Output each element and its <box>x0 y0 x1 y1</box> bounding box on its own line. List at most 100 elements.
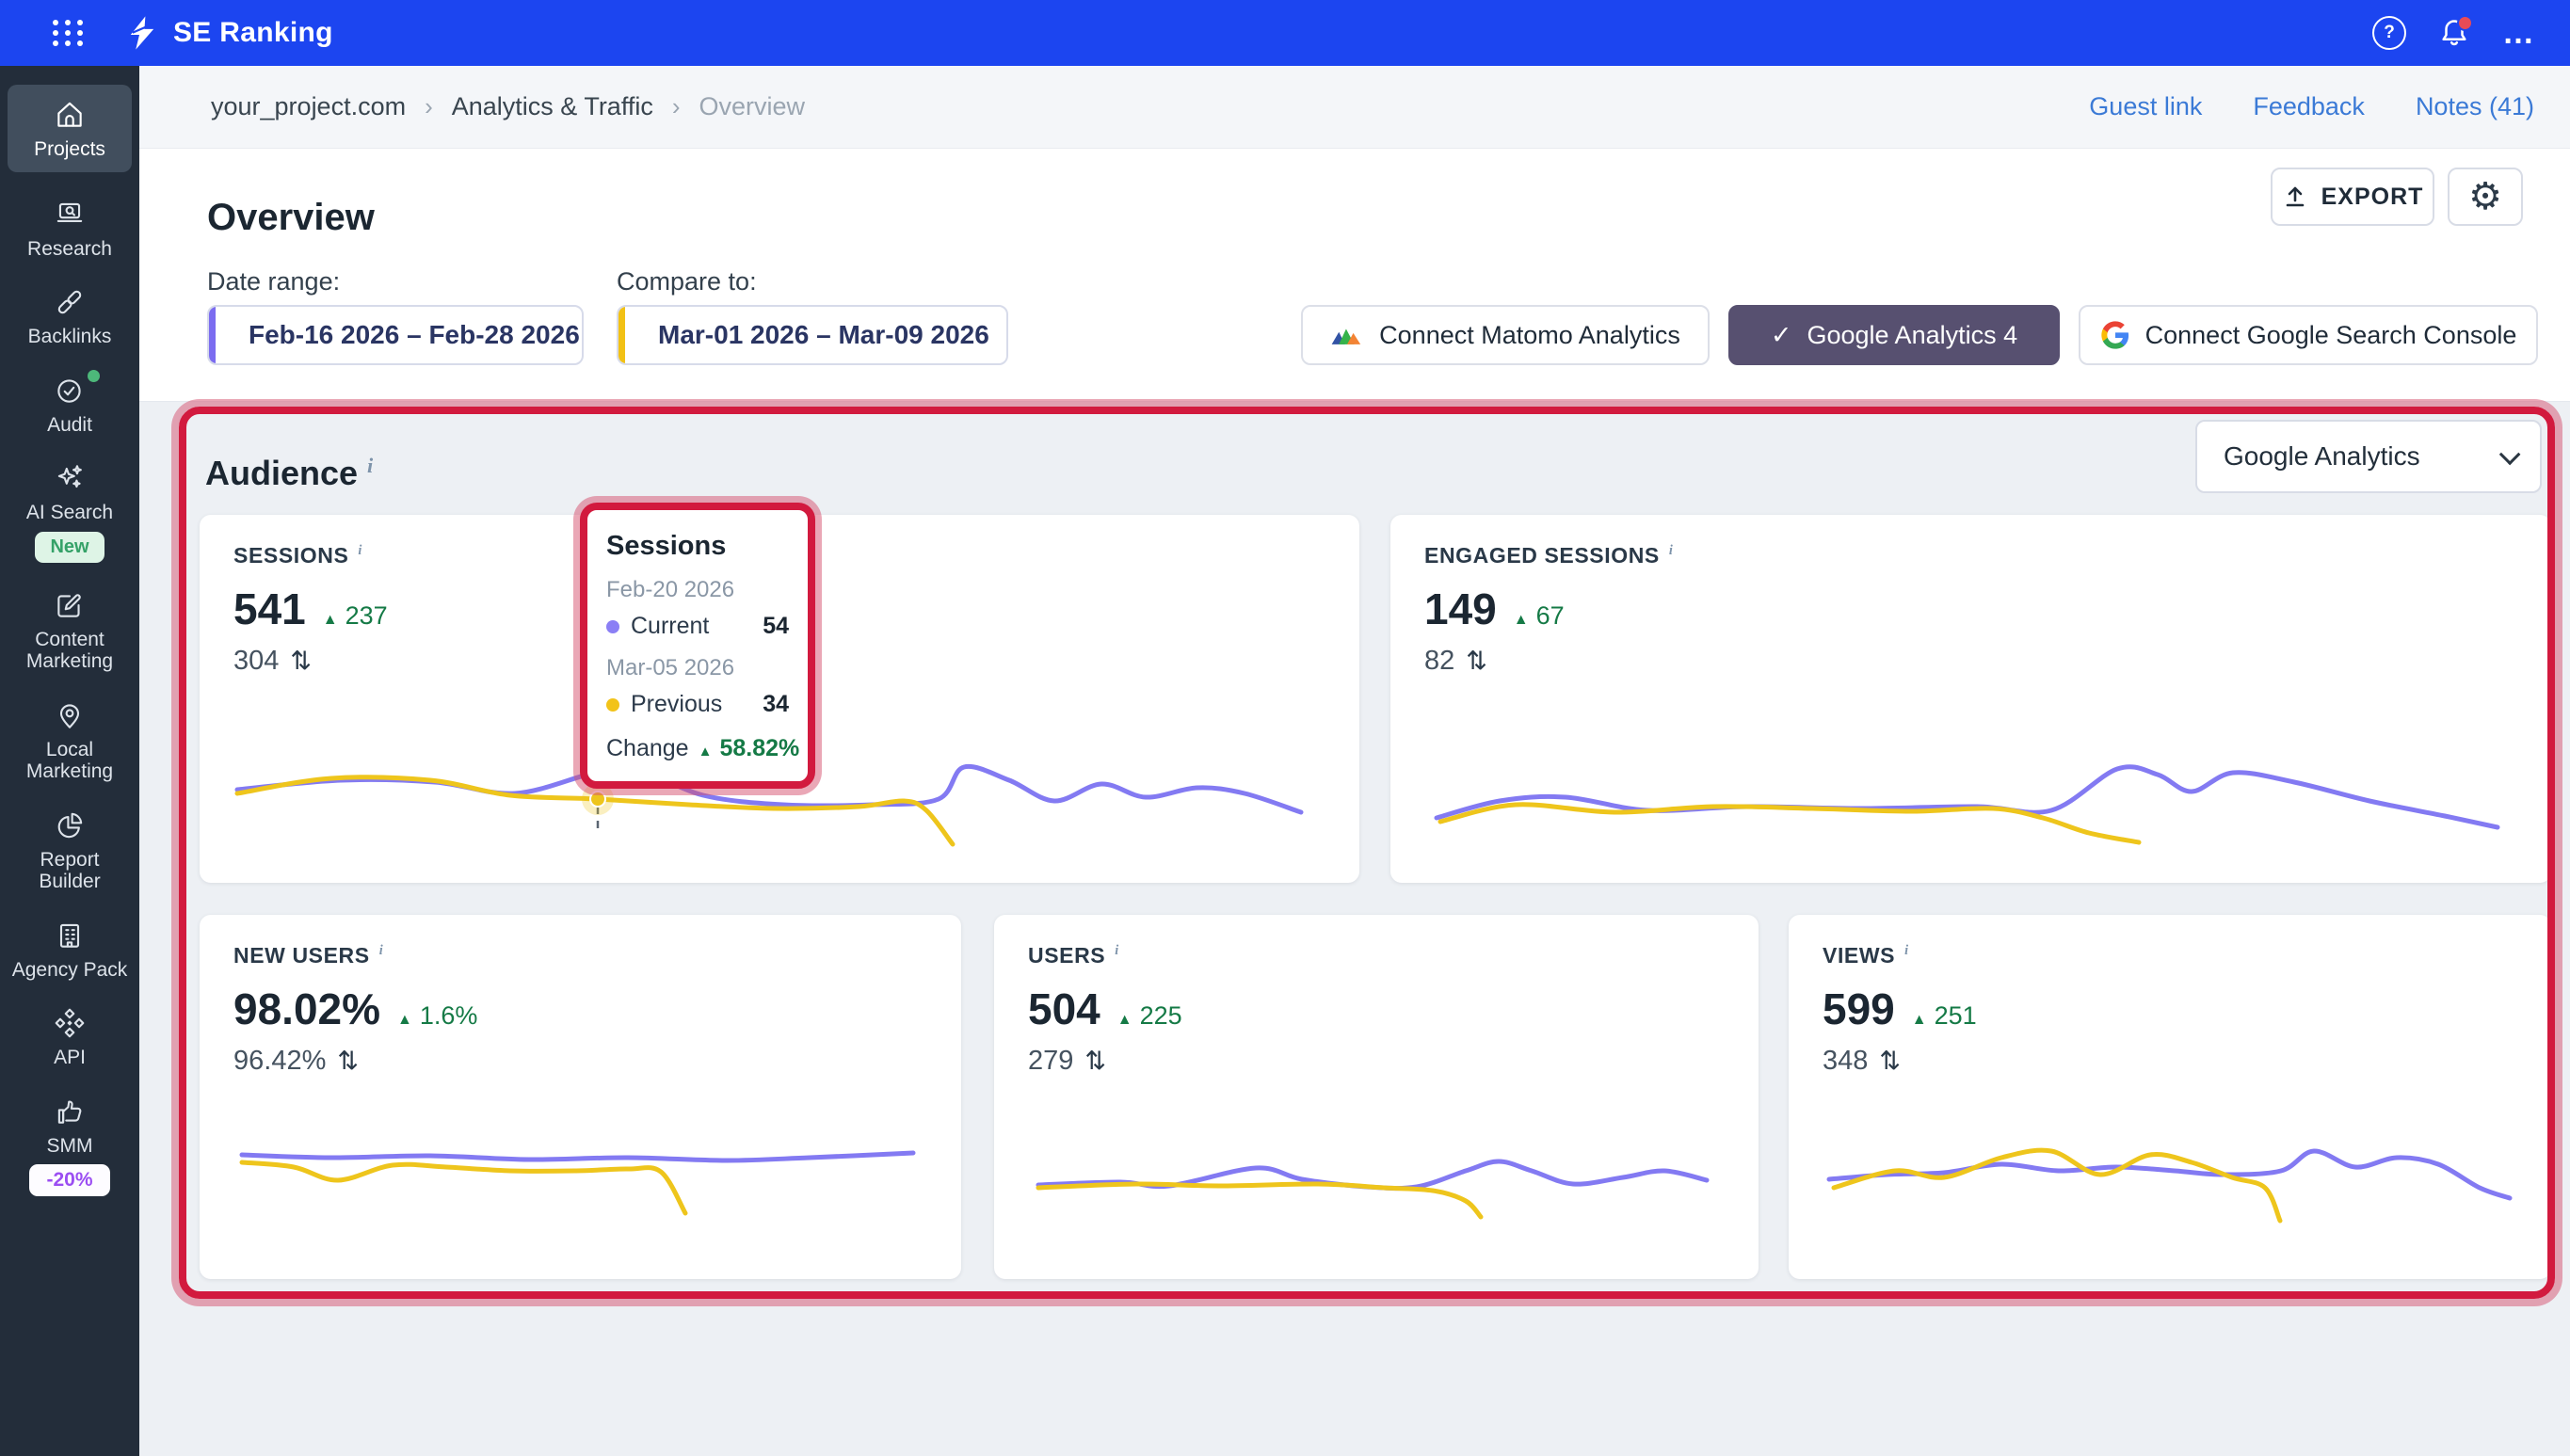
users-sparkline[interactable] <box>994 1108 1759 1249</box>
date-range-value: Feb-16 2026 – Feb-28 2026 <box>249 320 580 350</box>
metric-delta: ▲225 <box>1117 1001 1182 1031</box>
sidebar-item-research[interactable]: Research <box>8 198 132 261</box>
notification-dot <box>2457 15 2473 31</box>
triangle-up-icon: ▲ <box>1514 612 1529 629</box>
metric-delta: ▲1.6% <box>397 1001 477 1031</box>
metric-label: VIEWSi <box>1823 943 2517 968</box>
connect-google-search-console-button[interactable]: Connect Google Search Console <box>2079 305 2538 365</box>
export-button[interactable]: EXPORT <box>2271 168 2434 226</box>
page-title: Overview <box>207 197 375 239</box>
google-analytics-4-button[interactable]: ✓ Google Analytics 4 <box>1728 305 2060 365</box>
breadcrumb-page: Overview <box>699 92 806 121</box>
tooltip-change-row: Change ▲58.82% <box>606 735 789 762</box>
current-series-dot <box>606 620 619 633</box>
sidebar-item-content-marketing[interactable]: Content Marketing <box>8 588 132 673</box>
sort-arrows-icon[interactable]: ⇅ <box>1084 1047 1106 1076</box>
metric-value: 599 <box>1823 984 1895 1034</box>
metric-delta: ▲251 <box>1912 1001 1977 1031</box>
top-app-bar: SE Ranking ? … <box>0 0 2570 66</box>
tooltip-current-date: Feb-20 2026 <box>606 577 789 603</box>
sort-arrows-icon[interactable]: ⇅ <box>1879 1047 1901 1076</box>
main-sidebar: Projects Research Backlinks Audit AI Sea… <box>0 66 139 1456</box>
metric-delta: ▲237 <box>323 601 388 631</box>
metric-value: 541 <box>233 584 306 634</box>
compare-accent <box>618 307 625 363</box>
sort-arrows-icon[interactable]: ⇅ <box>290 647 312 676</box>
info-icon[interactable]: i <box>367 454 373 477</box>
guest-link[interactable]: Guest link <box>2089 92 2202 121</box>
views-card: VIEWSi 599 ▲251 348⇅ <box>1789 915 2551 1279</box>
sidebar-item-smm[interactable]: SMM -20% <box>8 1095 132 1197</box>
users-card: USERSi 504 ▲225 279⇅ <box>994 915 1759 1279</box>
brand-name: SE Ranking <box>173 17 333 49</box>
date-range-field[interactable]: Feb-16 2026 – Feb-28 2026 <box>207 305 584 365</box>
chevron-down-icon <box>2499 444 2521 466</box>
info-icon[interactable]: i <box>358 543 362 558</box>
compare-to-label: Compare to: <box>617 267 757 296</box>
engaged-sessions-sparkline[interactable] <box>1390 741 2551 882</box>
sidebar-item-ai-search[interactable]: AI Search New <box>8 461 132 563</box>
previous-period-value: 348⇅ <box>1823 1046 2517 1077</box>
apps-grid-icon[interactable] <box>53 20 85 46</box>
info-icon[interactable]: i <box>1669 543 1674 558</box>
connect-matomo-button[interactable]: Connect Matomo Analytics <box>1301 305 1710 365</box>
tooltip-current-row: Current 54 <box>606 613 789 640</box>
engaged-sessions-card: ENGAGED SESSIONSi 149 ▲67 82⇅ <box>1390 515 2551 883</box>
chevron-right-icon: › <box>672 92 681 121</box>
info-icon[interactable]: i <box>1115 943 1119 958</box>
google-logo-icon <box>2100 320 2130 350</box>
breadcrumb-bar: your_project.com › Analytics & Traffic ›… <box>139 66 2570 149</box>
audience-section-title: Audiencei <box>205 454 373 493</box>
triangle-up-icon: ▲ <box>397 1012 412 1029</box>
analytics-source-select[interactable]: Google Analytics <box>2195 420 2542 493</box>
tooltip-title: Sessions <box>606 531 789 562</box>
help-icon[interactable]: ? <box>2372 16 2406 50</box>
notifications-bell-icon[interactable] <box>2438 17 2470 49</box>
compare-to-field[interactable]: Mar-01 2026 – Mar-09 2026 <box>617 305 1008 365</box>
info-icon[interactable]: i <box>1904 943 1909 958</box>
sidebar-item-agency-pack[interactable]: Agency Pack <box>8 919 132 982</box>
gear-icon: ⚙ <box>2468 175 2502 218</box>
sidebar-item-projects[interactable]: Projects <box>8 85 132 172</box>
sidebar-item-audit[interactable]: Audit <box>8 374 132 437</box>
sort-arrows-icon[interactable]: ⇅ <box>337 1047 359 1076</box>
check-icon: ✓ <box>1771 321 1792 350</box>
metric-label: ENGAGED SESSIONSi <box>1424 543 2517 568</box>
settings-button[interactable]: ⚙ <box>2448 168 2523 226</box>
previous-period-value: 96.42%⇅ <box>233 1046 927 1077</box>
metric-label: NEW USERSi <box>233 943 927 968</box>
previous-period-value: 279⇅ <box>1028 1046 1725 1077</box>
triangle-up-icon: ▲ <box>699 744 713 760</box>
notes-link[interactable]: Notes (41) <box>2416 92 2534 121</box>
metric-value: 149 <box>1424 584 1497 634</box>
se-ranking-logo-icon[interactable] <box>126 15 158 51</box>
matomo-logo-icon <box>1330 324 1364 346</box>
info-icon[interactable]: i <box>379 943 384 958</box>
sidebar-item-backlinks[interactable]: Backlinks <box>8 285 132 348</box>
sidebar-item-api[interactable]: API <box>8 1006 132 1069</box>
sidebar-item-local-marketing[interactable]: Local Marketing <box>8 698 132 783</box>
more-menu-icon[interactable]: … <box>2502 24 2536 42</box>
metric-label: USERSi <box>1028 943 1725 968</box>
new-users-sparkline[interactable] <box>200 1108 961 1249</box>
previous-period-value: 82⇅ <box>1424 646 2517 677</box>
triangle-up-icon: ▲ <box>323 612 338 629</box>
chart-tooltip: Sessions Feb-20 2026 Current 54 Mar-05 2… <box>580 503 815 789</box>
metric-value: 504 <box>1028 984 1100 1034</box>
compare-to-value: Mar-01 2026 – Mar-09 2026 <box>658 320 989 350</box>
date-range-accent <box>209 307 216 363</box>
tooltip-previous-date: Mar-05 2026 <box>606 655 789 681</box>
feedback-link[interactable]: Feedback <box>2253 92 2365 121</box>
upload-icon <box>2282 184 2308 210</box>
triangle-up-icon: ▲ <box>1117 1012 1132 1029</box>
tooltip-previous-row: Previous 34 <box>606 691 789 718</box>
date-range-label: Date range: <box>207 267 340 296</box>
breadcrumb-project[interactable]: your_project.com <box>211 92 406 121</box>
sort-arrows-icon[interactable]: ⇅ <box>1466 647 1487 676</box>
sidebar-item-report-builder[interactable]: Report Builder <box>8 808 132 893</box>
breadcrumb-section[interactable]: Analytics & Traffic <box>452 92 653 121</box>
previous-series-dot <box>606 698 619 712</box>
triangle-up-icon: ▲ <box>1912 1012 1927 1029</box>
views-sparkline[interactable] <box>1789 1108 2551 1249</box>
audit-status-dot <box>88 370 100 382</box>
